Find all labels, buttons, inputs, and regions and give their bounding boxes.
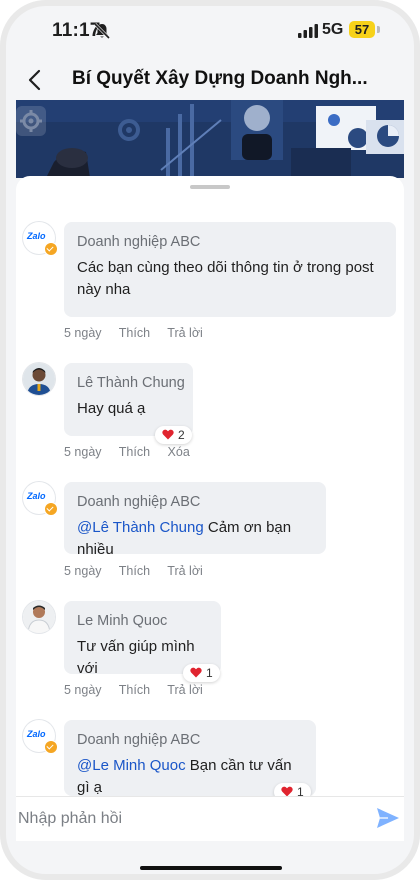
heart-icon bbox=[281, 786, 293, 796]
user-photo bbox=[23, 363, 55, 395]
battery-level: 57 bbox=[349, 21, 375, 38]
send-icon[interactable] bbox=[376, 807, 400, 829]
comment-time: 5 ngày bbox=[64, 445, 102, 459]
signal-icon bbox=[298, 24, 318, 38]
verified-badge-icon bbox=[44, 242, 58, 256]
bell-off-icon bbox=[93, 22, 111, 40]
heart-icon bbox=[190, 667, 202, 678]
post-banner-image bbox=[16, 100, 404, 178]
avatar[interactable]: Zalo bbox=[23, 482, 58, 516]
comment-text-row: @Lê Thành Chung Cảm ơn bạn nhiều bbox=[77, 517, 313, 561]
reaction-count[interactable]: 1 bbox=[183, 664, 220, 682]
zalo-logo: Zalo bbox=[27, 231, 46, 241]
reply-input[interactable] bbox=[16, 803, 350, 835]
status-bar: 11:17 5G 57 bbox=[0, 0, 420, 60]
comment-author: Le Minh Quoc bbox=[77, 613, 168, 629]
reply-bar bbox=[16, 796, 404, 841]
sheet-drag-handle[interactable] bbox=[190, 185, 230, 189]
avatar[interactable] bbox=[23, 363, 55, 395]
reaction-count-value: 2 bbox=[178, 428, 185, 442]
comment-meta: 5 ngày Thích Trả lời bbox=[64, 326, 217, 340]
comment-bubble[interactable]: Doanh nghiệp ABC @Lê Thành Chung Cảm ơn … bbox=[64, 482, 326, 558]
comment-author: Doanh nghiệp ABC bbox=[77, 732, 201, 748]
banner-illustration bbox=[16, 100, 404, 178]
comment-time: 5 ngày bbox=[64, 683, 102, 697]
comment-author: Doanh nghiệp ABC bbox=[77, 234, 201, 250]
mention-link[interactable]: @Le Minh Quoc bbox=[77, 757, 186, 774]
phone-screen: 11:17 5G 57 Bí Quyết Xây Dựng Doanh Ngh.… bbox=[0, 0, 420, 880]
like-button[interactable]: Thích bbox=[119, 683, 150, 697]
verified-badge-icon bbox=[44, 502, 58, 516]
comment-meta: 5 ngày Thích Trả lời bbox=[64, 564, 217, 578]
comment-time: 5 ngày bbox=[64, 326, 102, 340]
reply-button[interactable]: Trả lời bbox=[167, 683, 203, 697]
chevron-left-icon[interactable] bbox=[24, 66, 46, 94]
comment-meta: 5 ngày Thích Xóa bbox=[64, 445, 204, 459]
reaction-count-value: 1 bbox=[297, 785, 304, 796]
comment-author: Lê Thành Chung bbox=[77, 375, 185, 391]
verified-badge-icon bbox=[44, 740, 58, 754]
gear-icon bbox=[16, 106, 46, 136]
comment-time: 5 ngày bbox=[64, 564, 102, 578]
comment-text: Hay quá ạ bbox=[77, 400, 146, 417]
like-button[interactable]: Thích bbox=[119, 326, 150, 340]
user-photo bbox=[23, 601, 55, 633]
mention-link[interactable]: @Lê Thành Chung bbox=[77, 519, 204, 536]
delete-button[interactable]: Xóa bbox=[168, 445, 190, 459]
zalo-logo: Zalo bbox=[27, 729, 46, 739]
home-indicator bbox=[140, 866, 282, 870]
like-button[interactable]: Thích bbox=[119, 564, 150, 578]
reaction-count-value: 1 bbox=[206, 666, 213, 680]
comments-sheet[interactable]: Zalo Doanh nghiệp ABC Các bạn cùng theo … bbox=[16, 176, 404, 796]
avatar[interactable]: Zalo bbox=[23, 720, 58, 754]
avatar[interactable]: Zalo bbox=[23, 222, 58, 256]
zalo-logo: Zalo bbox=[27, 491, 46, 501]
page-title: Bí Quyết Xây Dựng Doanh Ngh... bbox=[72, 68, 368, 89]
comment-text-row: @Le Minh Quoc Bạn cần tư vấn gì ạ bbox=[77, 755, 303, 796]
like-button[interactable]: Thích bbox=[119, 445, 150, 459]
header: Bí Quyết Xây Dựng Doanh Ngh... bbox=[0, 60, 420, 102]
network-type: 5G bbox=[322, 21, 344, 38]
comment-bubble[interactable]: Doanh nghiệp ABC Các bạn cùng theo dõi t… bbox=[64, 222, 396, 317]
reply-button[interactable]: Trả lời bbox=[167, 326, 203, 340]
heart-icon bbox=[162, 429, 174, 440]
reply-button[interactable]: Trả lời bbox=[167, 564, 203, 578]
comment-meta: 5 ngày Thích Trả lời bbox=[64, 683, 217, 697]
comment-text: Các bạn cùng theo dõi thông tin ở trong … bbox=[77, 259, 374, 298]
reaction-count[interactable]: 2 bbox=[155, 426, 192, 444]
avatar[interactable] bbox=[23, 601, 55, 633]
battery-tip bbox=[377, 26, 380, 33]
comment-author: Doanh nghiệp ABC bbox=[77, 494, 201, 510]
reaction-count[interactable]: 1 bbox=[274, 783, 311, 796]
